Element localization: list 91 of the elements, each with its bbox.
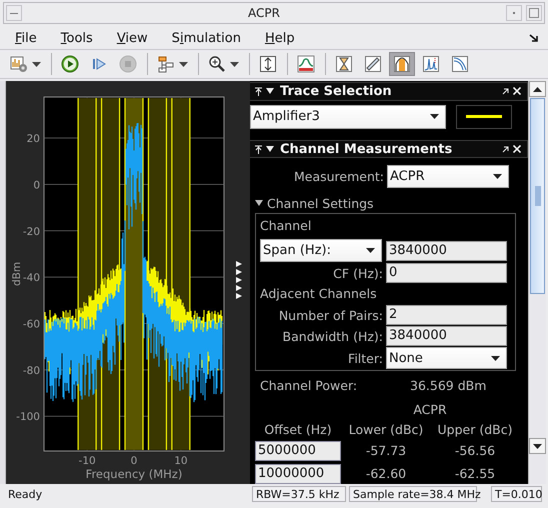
menu-item[interactable]: Simulation bbox=[164, 30, 248, 46]
stop-icon bbox=[119, 55, 137, 73]
panel-title: Channel Measurements bbox=[280, 142, 452, 157]
ruler-icon bbox=[364, 55, 382, 73]
caret-icon bbox=[493, 174, 502, 180]
input-field[interactable]: 5000000 bbox=[255, 440, 341, 461]
section-label[interactable]: Channel Settings bbox=[267, 196, 374, 211]
table-cell-text: -62.55 bbox=[454, 466, 496, 482]
column-header: Offset (Hz) bbox=[263, 422, 333, 437]
tick-label: 0 bbox=[130, 455, 138, 467]
expanded-icon[interactable] bbox=[255, 199, 263, 208]
tick-label: 0 bbox=[33, 179, 40, 192]
field-label: Channel Power: bbox=[260, 378, 358, 393]
toolbar-button[interactable] bbox=[389, 52, 415, 76]
caret-icon bbox=[32, 62, 41, 66]
dropdown[interactable]: Span (Hz): bbox=[260, 239, 382, 262]
minimize-button[interactable] bbox=[6, 5, 22, 21]
tick-label: -60 bbox=[22, 318, 40, 330]
axis-label: dBm bbox=[11, 262, 23, 286]
undock-icon[interactable] bbox=[529, 34, 539, 42]
axis-label: Frequency (MHz) bbox=[86, 467, 182, 481]
caret-icon bbox=[366, 248, 375, 254]
tick-label: -80 bbox=[22, 364, 40, 377]
zoom-icon bbox=[208, 55, 226, 73]
caret-icon bbox=[491, 356, 500, 361]
input-field[interactable]: 3840000 bbox=[386, 326, 507, 346]
caret-icon bbox=[179, 62, 188, 66]
input-field[interactable]: 10000000 bbox=[255, 464, 341, 484]
tick-label: -100 bbox=[16, 411, 40, 424]
menu-item[interactable]: Help bbox=[258, 30, 302, 46]
menu-item[interactable]: File bbox=[8, 30, 44, 46]
tick-label: -40 bbox=[22, 272, 40, 284]
scroll-up-button[interactable] bbox=[529, 81, 546, 97]
panel-title: Trace Selection bbox=[280, 84, 392, 99]
window-title: ACPR bbox=[247, 6, 281, 20]
field-label: Measurement: bbox=[294, 169, 384, 184]
collapse-icon[interactable] bbox=[266, 146, 274, 152]
settings-icon bbox=[10, 55, 28, 73]
status-field: RBW=37.5 kHz bbox=[252, 486, 346, 502]
input-field[interactable]: 3840000 bbox=[386, 240, 507, 261]
input-field[interactable]: 2 bbox=[386, 305, 507, 326]
scrollbar-thumb[interactable] bbox=[530, 98, 545, 294]
scroll-down-button[interactable] bbox=[529, 438, 546, 454]
arrow-up-icon bbox=[533, 86, 542, 92]
dropdown[interactable]: Amplifier3 bbox=[250, 104, 446, 129]
table-cell-text: -57.73 bbox=[364, 443, 408, 458]
table-cell-text: -62.60 bbox=[364, 466, 408, 482]
peaks-icon bbox=[422, 55, 440, 73]
caret-icon bbox=[230, 62, 239, 66]
table-title: ACPR bbox=[412, 402, 448, 418]
tick-label: -10 bbox=[78, 455, 96, 467]
minimize-icon bbox=[10, 12, 18, 14]
status-message: Ready bbox=[8, 488, 44, 500]
trace-line-icon bbox=[466, 115, 502, 118]
menu-item[interactable]: Tools bbox=[54, 30, 100, 46]
cursor-icon bbox=[335, 55, 353, 73]
bands-icon bbox=[393, 55, 411, 73]
column-header: Lower (dBc) bbox=[348, 422, 424, 437]
group-heading: Adjacent Channels bbox=[260, 285, 378, 304]
arrow-down-icon bbox=[533, 444, 542, 448]
pin-icon[interactable] bbox=[255, 86, 262, 96]
field-label: CF (Hz): bbox=[333, 266, 383, 281]
tick-label: 10 bbox=[174, 455, 188, 467]
tick-label: 20 bbox=[26, 133, 40, 146]
field-label: Bandwidth (Hz): bbox=[282, 328, 383, 344]
tick-label: -20 bbox=[22, 226, 40, 238]
channel-power-value: 36.569 dBm bbox=[410, 378, 486, 393]
maximize-icon bbox=[529, 8, 539, 18]
autoscale-icon bbox=[259, 55, 277, 73]
field-label: Filter: bbox=[348, 350, 383, 366]
collapse-icon[interactable] bbox=[266, 88, 274, 94]
ccdf-icon bbox=[451, 55, 469, 73]
spectrum-icon bbox=[297, 55, 315, 73]
close-icon[interactable] bbox=[513, 87, 521, 96]
group-heading: Channel bbox=[260, 217, 312, 236]
field-label: Number of Pairs: bbox=[278, 308, 383, 323]
run-icon bbox=[61, 55, 79, 73]
maximize-button[interactable] bbox=[526, 5, 542, 21]
dropdown[interactable]: None bbox=[386, 347, 507, 370]
table-cell-text: -56.56 bbox=[454, 443, 496, 458]
blocks-icon bbox=[157, 55, 175, 73]
close-icon[interactable] bbox=[513, 145, 521, 154]
pin-icon[interactable] bbox=[255, 144, 262, 154]
menu-item[interactable]: View bbox=[110, 30, 155, 46]
column-header: Upper (dBc) bbox=[436, 422, 514, 437]
status-field: T=0.010 bbox=[491, 486, 542, 502]
dropdown[interactable]: ACPR bbox=[387, 165, 509, 188]
caret-icon bbox=[430, 114, 439, 120]
line-style-swatch[interactable] bbox=[456, 104, 512, 129]
input-field[interactable]: 0 bbox=[386, 263, 507, 284]
markers-drawing bbox=[236, 261, 242, 299]
